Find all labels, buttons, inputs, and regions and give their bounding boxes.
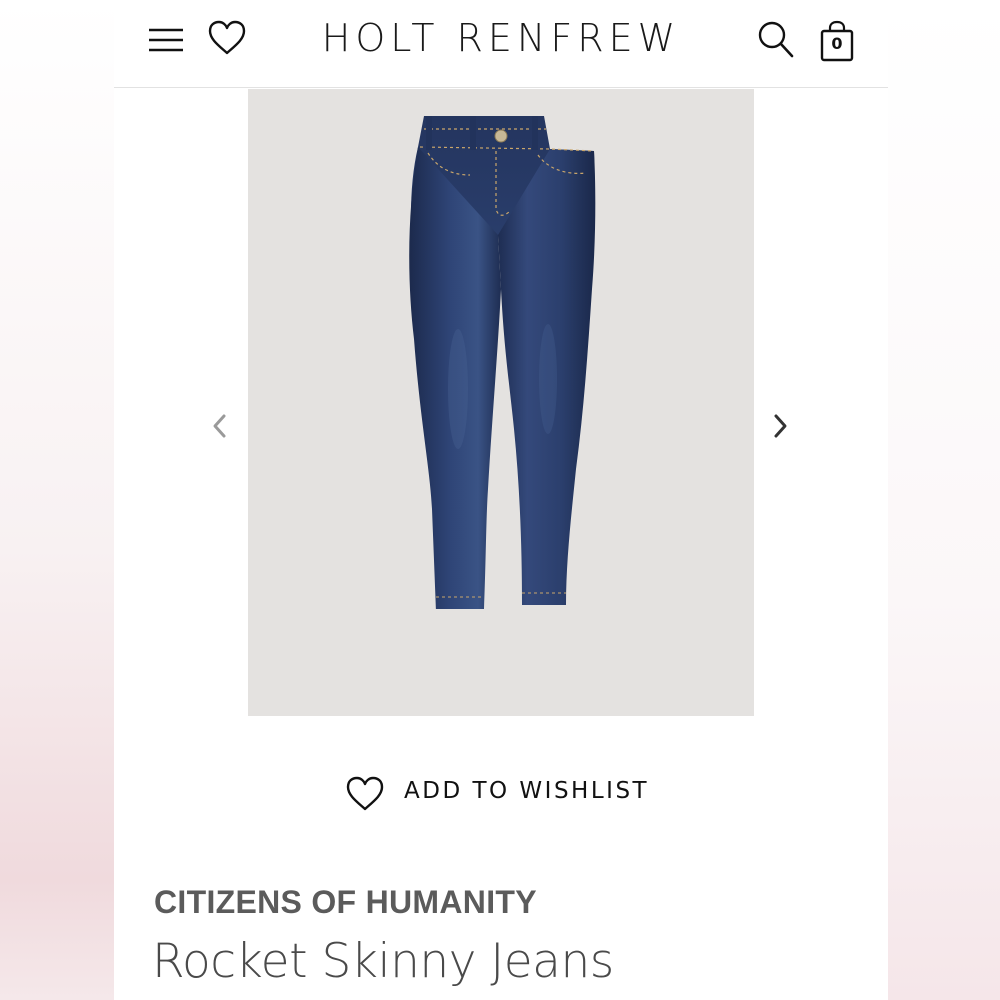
search-icon[interactable]	[757, 20, 795, 60]
jeans-illustration	[409, 116, 596, 609]
backdrop-right	[888, 0, 1000, 1000]
add-to-wishlist-button[interactable]: ADD TO WISHLIST	[346, 772, 656, 816]
wishlist-label: ADD TO WISHLIST	[404, 778, 650, 804]
product-title: Rocket Skinny Jeans	[152, 934, 614, 989]
bag-count-badge: 0	[831, 34, 843, 53]
heart-icon	[346, 776, 384, 812]
product-page: HOLT RENFREW 0 ADD TO WISHLIST CITIZENS …	[114, 0, 888, 1000]
site-header: HOLT RENFREW 0	[114, 0, 888, 88]
chevron-right-icon	[774, 414, 787, 438]
gallery-prev-button[interactable]	[208, 410, 232, 442]
product-image[interactable]	[248, 89, 754, 716]
gallery-next-button[interactable]	[768, 410, 792, 442]
chevron-left-icon	[213, 414, 226, 438]
shopping-bag-icon[interactable]: 0	[819, 20, 855, 62]
backdrop-left	[0, 0, 114, 1000]
designer-name[interactable]: CITIZENS OF HUMANITY	[154, 884, 537, 921]
